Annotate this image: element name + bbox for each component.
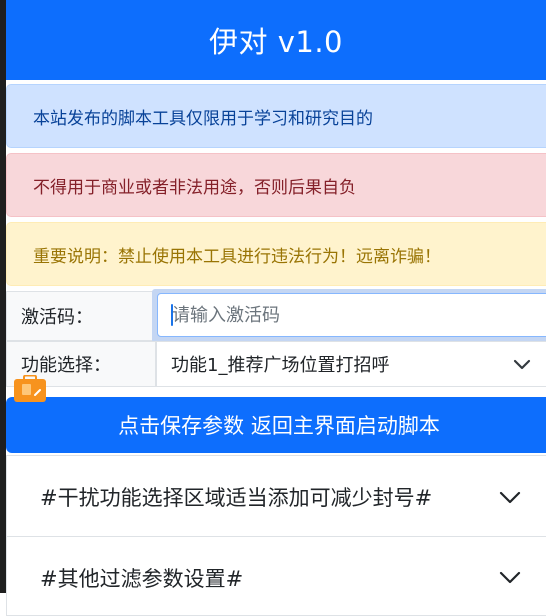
accordion-item-other-filters[interactable]: #其他过滤参数设置#	[6, 536, 546, 616]
warning-alert: 重要说明：禁止使用本工具进行违法行为！远离诈骗！	[6, 222, 546, 286]
save-and-return-button-label: 点击保存参数 返回主界面启动脚本	[118, 414, 440, 438]
accordion-title: #干扰功能选择区域适当添加可减少封号#	[40, 485, 433, 510]
floating-toolbox-icon[interactable]	[13, 375, 47, 403]
accordion-title: #其他过滤参数设置#	[40, 567, 244, 591]
function-select[interactable]: 功能1_推荐广场位置打招呼	[156, 341, 546, 387]
chevron-down-icon[interactable]	[497, 485, 523, 509]
accordion-item-interference[interactable]: #干扰功能选择区域适当添加可减少封号#	[6, 455, 546, 537]
chevron-down-icon[interactable]	[497, 565, 523, 589]
info-alert: 本站发布的脚本工具仅限用于学习和研究目的	[6, 84, 546, 148]
app-header: 伊对 v1.0	[6, 0, 546, 80]
function-select-value: 功能1_推荐广场位置打招呼	[171, 355, 390, 376]
info-alert-text: 本站发布的脚本工具仅限用于学习和研究目的	[33, 108, 373, 129]
activation-code-label-text: 激活码：	[21, 307, 93, 328]
function-select-label-text: 功能选择：	[21, 355, 111, 376]
activation-code-label: 激活码：	[6, 291, 156, 341]
danger-alert-text: 不得用于商业或者非法用途，否则后果自负	[33, 177, 356, 198]
activation-code-input[interactable]	[157, 293, 546, 337]
warning-alert-text: 重要说明：禁止使用本工具进行违法行为！远离诈骗！	[33, 246, 441, 267]
text-caret	[171, 304, 173, 326]
app-title: 伊对 v1.0	[208, 25, 343, 59]
chevron-down-icon[interactable]	[510, 352, 534, 376]
danger-alert: 不得用于商业或者非法用途，否则后果自负	[6, 153, 546, 217]
save-and-return-button[interactable]: 点击保存参数 返回主界面启动脚本	[6, 397, 546, 453]
